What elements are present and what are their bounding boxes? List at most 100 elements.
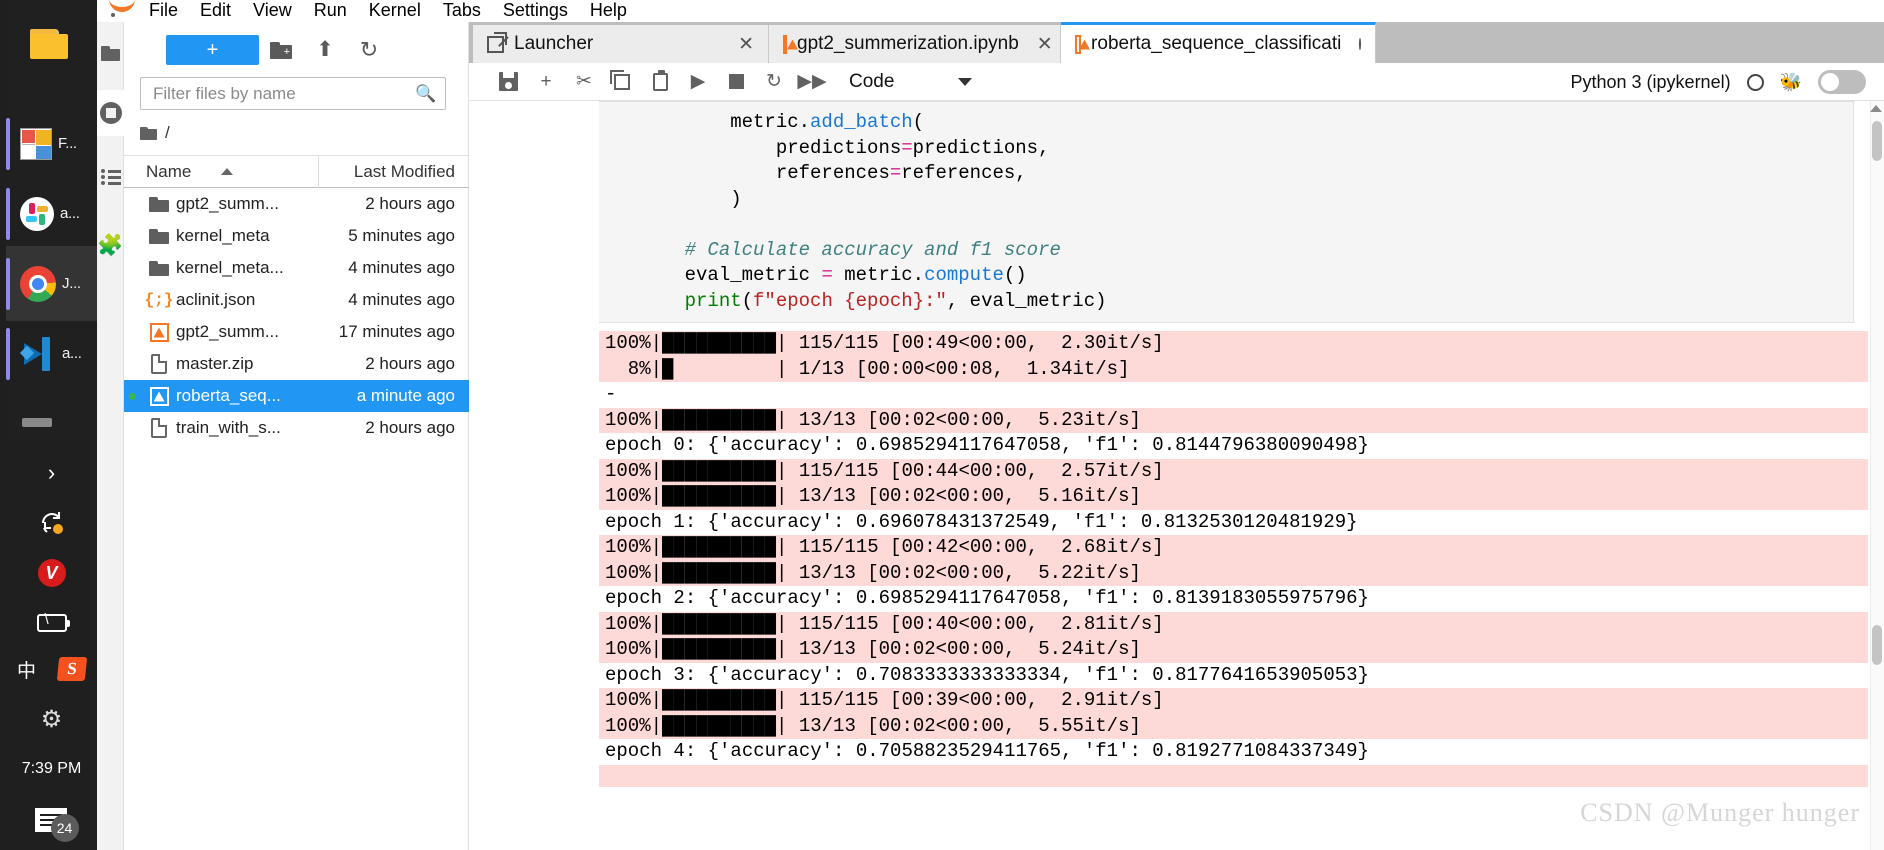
dock-item-folder[interactable]	[6, 6, 97, 81]
notifications-icon[interactable]: 24	[34, 808, 79, 842]
new-launcher-button[interactable]: +	[166, 35, 259, 65]
refresh-icon: ↻	[359, 37, 379, 62]
sidebar-item-file-browser[interactable]	[97, 30, 124, 76]
dock-item-file-explorer[interactable]: F...	[6, 106, 97, 181]
table-row[interactable]: master.zip 2 hours ago	[124, 348, 469, 380]
table-row[interactable]: {;} aclinit.json 4 minutes ago	[124, 284, 469, 316]
unsaved-indicator-icon[interactable]	[1359, 38, 1361, 50]
table-row[interactable]: train_with_s... 2 hours ago	[124, 412, 469, 444]
paste-button[interactable]	[641, 63, 679, 101]
notebook-scrollbar[interactable]	[1870, 101, 1884, 850]
output-text-block: -	[599, 382, 1868, 408]
folder-icon	[142, 196, 176, 212]
sidebar-item-running[interactable]	[97, 90, 124, 136]
kernel-idle-circle-icon[interactable]	[1746, 73, 1764, 91]
scroll-up-arrow-icon[interactable]	[1870, 105, 1882, 112]
tray-expand-icon[interactable]: ›	[48, 460, 55, 486]
bug-icon[interactable]: 🐝	[1780, 72, 1802, 93]
chrome-icon	[20, 265, 56, 302]
menu-tabs[interactable]: Tabs	[443, 0, 503, 22]
code-cell[interactable]: metric.add_batch( predictions=prediction…	[599, 101, 1854, 323]
output-text-block: epoch 4: {'accuracy': 0.7058823529411765…	[599, 739, 1868, 765]
file-modified: 5 minutes ago	[348, 226, 455, 245]
notification-badge: 24	[50, 814, 79, 842]
table-row[interactable]: gpt2_summ... 17 minutes ago	[124, 316, 469, 348]
cell-type-value: Code	[849, 70, 895, 92]
chevron-down-icon	[958, 77, 973, 86]
output-progress-block: 100%|██████████| 115/115 [00:40<00:00, 2…	[599, 611, 1868, 663]
table-row[interactable]: kernel_meta... 4 minutes ago	[124, 252, 469, 284]
tab-launcher[interactable]: Launcher ✕	[473, 25, 769, 63]
sogou-input-icon[interactable]: S	[56, 657, 88, 681]
stop-icon	[728, 74, 744, 89]
tab-label: Launcher	[514, 33, 594, 54]
tab-roberta-sequence-classification[interactable]: roberta_sequence_classificati	[1061, 22, 1376, 63]
cell-type-select[interactable]: Code	[849, 70, 973, 93]
scroll-thumb-top[interactable]	[1872, 121, 1882, 161]
dock-item-vscode[interactable]: a...	[6, 316, 97, 391]
search-input[interactable]	[141, 82, 415, 105]
notebook-toolbar: + ✂ ▶ ↻ ▶▶ Code Python 3 (ipykernel) 🐝	[469, 63, 1884, 101]
menu-edit[interactable]: Edit	[200, 0, 253, 22]
sidebar-item-extensions[interactable]: 🧩	[97, 222, 124, 268]
close-icon[interactable]: ✕	[1037, 33, 1053, 56]
file-modified: 17 minutes ago	[338, 322, 455, 341]
sidebar-item-toc[interactable]	[97, 154, 124, 200]
battery-charging-icon[interactable]: \	[36, 612, 70, 632]
output-progress-block: 100%|██████████| 115/115 [00:42<00:00, 2…	[599, 535, 1868, 586]
dock-item-slack[interactable]: a...	[6, 176, 97, 251]
restart-run-all-button[interactable]: ▶▶	[793, 63, 831, 101]
sync-icon[interactable]	[38, 509, 66, 537]
menu-file[interactable]: File	[149, 0, 200, 22]
column-header-modified[interactable]: Last Modified	[319, 162, 469, 182]
notebook-scroll-body: metric.add_batch( predictions=prediction…	[469, 101, 1884, 850]
dock-item-label: a...	[60, 205, 80, 222]
gear-icon[interactable]: ⚙	[41, 705, 63, 734]
play-icon: ▶	[690, 71, 706, 92]
scroll-thumb[interactable]	[1872, 625, 1882, 665]
file-name: kernel_meta	[176, 226, 270, 245]
file-name: train_with_s...	[176, 418, 281, 437]
column-header-name-wrap[interactable]: Name	[124, 155, 319, 188]
dock-item-chrome[interactable]: J...	[6, 246, 97, 321]
interrupt-button[interactable]	[717, 63, 755, 101]
activity-sidebar: 🧩	[97, 22, 124, 850]
file-modified: 2 hours ago	[365, 194, 455, 213]
close-icon[interactable]: ✕	[738, 33, 754, 56]
breadcrumb[interactable]: /	[140, 120, 170, 146]
table-row[interactable]: gpt2_summ... 2 hours ago	[124, 188, 469, 220]
copy-button[interactable]	[603, 63, 641, 101]
menu-view[interactable]: View	[253, 0, 314, 22]
taskbar-clock[interactable]: 7:39 PM	[22, 760, 82, 778]
save-button[interactable]	[489, 63, 527, 101]
menu-kernel[interactable]: Kernel	[369, 0, 443, 22]
debugger-toggle[interactable]	[1818, 70, 1866, 94]
notebook-icon	[142, 322, 176, 342]
restart-button[interactable]: ↻	[755, 63, 793, 101]
file-name: roberta_seq...	[176, 386, 281, 405]
file-browser-toolbar: + + ⬆ ↻	[124, 29, 469, 71]
fast-forward-icon: ▶▶	[797, 71, 827, 92]
ime-indicator[interactable]: 中	[17, 656, 36, 683]
kernel-name[interactable]: Python 3 (ipykernel)	[1571, 72, 1731, 93]
new-folder-button[interactable]: +	[259, 35, 303, 65]
kernel-running-dot	[129, 392, 136, 400]
v-app-icon[interactable]: V	[37, 559, 66, 587]
menu-help[interactable]: Help	[590, 0, 649, 22]
upload-button[interactable]: ⬆	[303, 35, 347, 65]
menu-run[interactable]: Run	[314, 0, 369, 22]
table-row[interactable]: kernel_meta 5 minutes ago	[124, 220, 469, 252]
insert-cell-button[interactable]: +	[527, 63, 565, 101]
cut-button[interactable]: ✂	[565, 63, 603, 101]
save-icon	[498, 72, 518, 91]
dock-resize-handle[interactable]	[22, 418, 52, 427]
run-button[interactable]: ▶	[679, 63, 717, 101]
folder-icon	[142, 228, 176, 244]
filter-files-box[interactable]: 🔍	[140, 77, 446, 110]
menu-settings[interactable]: Settings	[503, 0, 590, 22]
table-row-selected[interactable]: roberta_seq... a minute ago	[124, 380, 469, 412]
refresh-button[interactable]: ↻	[347, 35, 391, 65]
output-progress-block: 100%|██████████| 115/115 [00:49<00:00, 2…	[599, 331, 1868, 382]
tab-gpt2-summerization[interactable]: gpt2_summerization.ipynb ✕	[769, 25, 1061, 63]
file-explorer-icon	[20, 127, 52, 160]
